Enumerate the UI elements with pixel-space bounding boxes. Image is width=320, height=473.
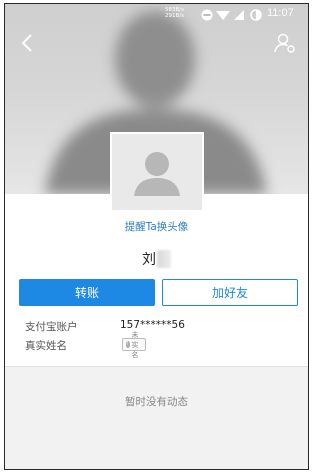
avatar[interactable] <box>110 132 204 212</box>
realname-label: 真实姓名 <box>25 340 67 352</box>
signal-icon <box>234 10 244 20</box>
battery-charging-icon <box>250 9 262 21</box>
remind-change-avatar-link[interactable]: 提醒Ta换头像 <box>5 219 308 234</box>
user-settings-icon <box>274 33 295 53</box>
status-bar: 583B/s 291B/s 11:07 <box>5 4 308 26</box>
divider <box>5 366 308 367</box>
account-label: 支付宝账户 <box>25 321 78 333</box>
transfer-button[interactable]: 转账 <box>19 279 155 306</box>
status-icons <box>201 9 262 21</box>
profile-settings-button[interactable] <box>273 31 297 55</box>
default-avatar-icon <box>112 134 202 210</box>
account-value: 157******56 <box>120 319 185 331</box>
name-mask <box>157 249 171 268</box>
wifi-icon <box>216 11 230 20</box>
unverified-badge: ! 未实名 <box>122 331 146 359</box>
app-frame: 583B/s 291B/s 11:07 提醒Ta换头像 刘 转账 加好友 支付宝… <box>4 3 309 470</box>
status-time: 11:07 <box>267 7 294 19</box>
user-name: 刘 <box>142 251 156 268</box>
network-speed: 583B/s 291B/s <box>165 7 184 19</box>
info-icon: ! <box>126 341 130 348</box>
user-name-row: 刘 <box>5 248 308 269</box>
chevron-left-icon <box>21 34 32 52</box>
feed-empty-text: 暂时没有动态 <box>125 396 188 408</box>
add-friend-button[interactable]: 加好友 <box>162 279 298 306</box>
do-not-disturb-icon <box>201 9 213 21</box>
back-button[interactable] <box>17 32 39 54</box>
